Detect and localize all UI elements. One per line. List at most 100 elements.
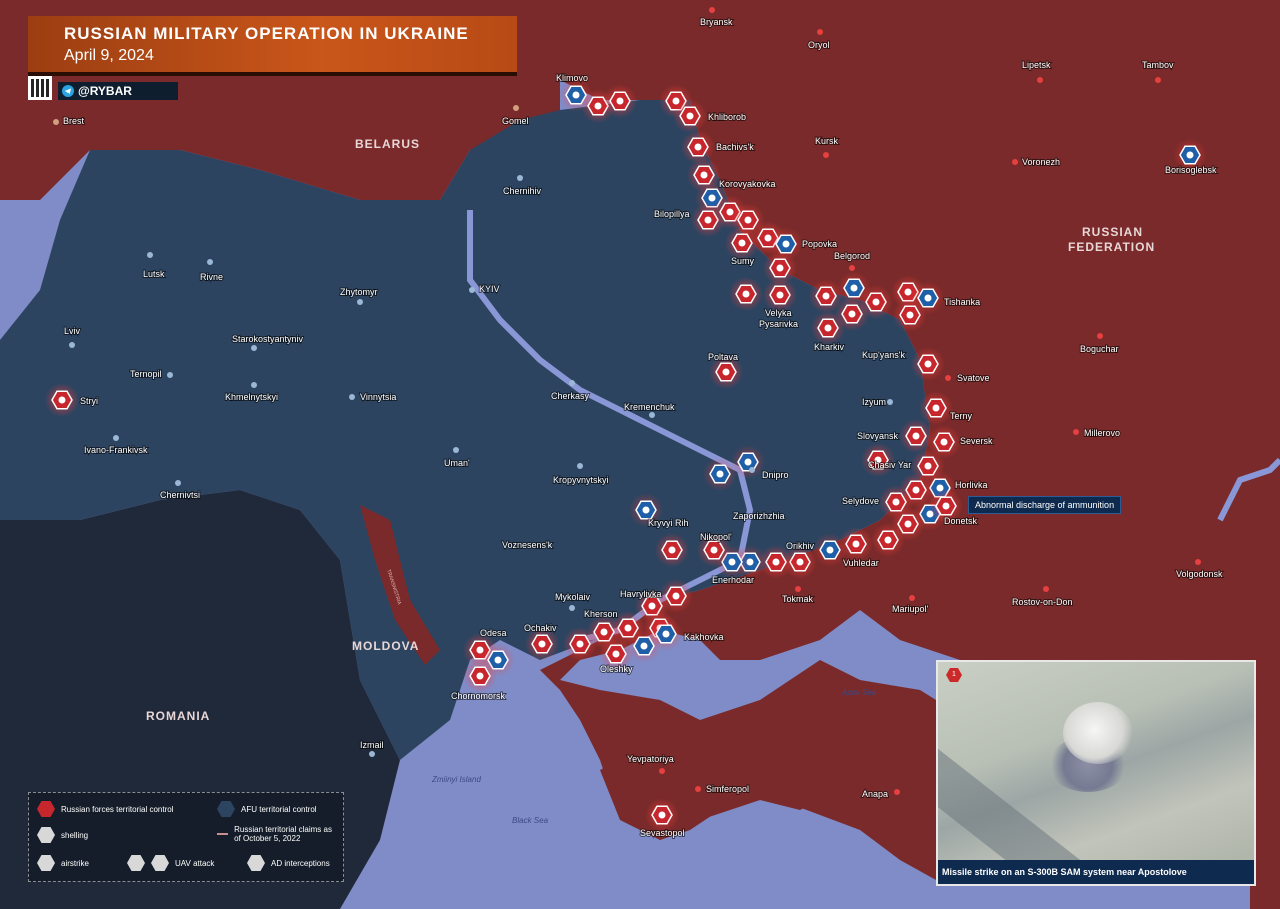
marker-glyph-icon bbox=[744, 458, 752, 466]
marker-glyph-icon bbox=[594, 102, 602, 110]
rybar-handle: @RYBAR bbox=[78, 84, 132, 98]
legend-russian-control: Russian forces territorial control bbox=[37, 801, 173, 817]
marker-glyph-icon bbox=[576, 640, 584, 648]
marker-glyph-icon bbox=[738, 239, 746, 247]
legend-ad-label: AD interceptions bbox=[271, 858, 330, 868]
azov-sea-label: Azov Sea bbox=[841, 688, 877, 697]
claims-line-icon bbox=[217, 833, 229, 835]
city-cherkasy: Cherkasy bbox=[551, 391, 590, 401]
city-khliborob: Khliborob bbox=[708, 112, 746, 122]
city-selydove: Selydove bbox=[842, 496, 879, 506]
city-chasivyar: Chasiv Yar bbox=[868, 460, 911, 470]
city-seversk: Seversk bbox=[960, 436, 993, 446]
legend-shelling-label: shelling bbox=[61, 830, 89, 840]
marker-glyph-icon bbox=[884, 536, 892, 544]
city-korovyakovka: Korovyakovka bbox=[719, 179, 776, 189]
city-kupyansk: Kup'yans'k bbox=[862, 350, 905, 360]
marker-glyph-icon bbox=[772, 558, 780, 566]
marker-glyph-icon bbox=[716, 470, 724, 478]
city-vuhledar: Vuhledar bbox=[843, 558, 879, 568]
city-slovyansk: Slovyansk bbox=[857, 431, 899, 441]
inset-smoke-plume bbox=[1063, 702, 1133, 764]
country-label-russia-1: RUSSIAN bbox=[1082, 225, 1143, 239]
city-donetsk: Donetsk bbox=[944, 516, 978, 526]
legend-claims: Russian territorial claims as of October… bbox=[217, 825, 337, 843]
city-tokmak: Tokmak bbox=[782, 594, 814, 604]
marker-glyph-icon bbox=[708, 194, 716, 202]
city-popovka: Popovka bbox=[802, 239, 837, 249]
legend-airstrike: airstrike bbox=[37, 855, 89, 871]
city-kursk: Kursk bbox=[815, 136, 839, 146]
marker-glyph-icon bbox=[658, 811, 666, 819]
marker-glyph-icon bbox=[672, 592, 680, 600]
marker-glyph-icon bbox=[728, 558, 736, 566]
city-ternopil: Ternopil bbox=[130, 369, 162, 379]
legend-airstrike-label: airstrike bbox=[61, 858, 90, 868]
marker-glyph-icon bbox=[686, 112, 694, 120]
city-ivanofrankivsk: Ivano-Frankivsk bbox=[84, 445, 148, 455]
city-voronezh: Voronezh bbox=[1022, 157, 1060, 167]
marker-glyph-icon bbox=[924, 360, 932, 368]
marker-glyph-icon bbox=[704, 216, 712, 224]
marker-glyph-icon bbox=[476, 646, 484, 654]
city-tishanka: Tishanka bbox=[944, 297, 980, 307]
legend-shelling: shelling bbox=[37, 827, 88, 843]
city-dnipro: Dnipro bbox=[762, 470, 789, 480]
marker-glyph-icon bbox=[572, 91, 580, 99]
marker-glyph-icon bbox=[940, 438, 948, 446]
marker-glyph-icon bbox=[668, 546, 676, 554]
city-bilopillya: Bilopillya bbox=[654, 209, 690, 219]
city-rivne: Rivne bbox=[200, 272, 223, 282]
city-izmail: Izmail bbox=[360, 740, 384, 750]
marker-glyph-icon bbox=[892, 498, 900, 506]
marker-glyph-icon bbox=[824, 324, 832, 332]
marker-glyph-icon bbox=[744, 216, 752, 224]
city-chernivtsi: Chernivtsi bbox=[160, 490, 200, 500]
marker-glyph-icon bbox=[642, 506, 650, 514]
city-enerhodar: Enerhodar bbox=[712, 575, 754, 585]
city-kakhovka: Kakhovka bbox=[684, 632, 724, 642]
marker-glyph-icon bbox=[776, 291, 784, 299]
shelling-icon bbox=[37, 827, 55, 843]
marker-glyph-icon bbox=[904, 288, 912, 296]
marker-glyph-icon bbox=[1186, 151, 1194, 159]
marker-glyph-icon bbox=[932, 404, 940, 412]
city-ochakiv: Ochakiv bbox=[524, 623, 557, 633]
city-kherson: Kherson bbox=[584, 609, 618, 619]
city-klimovo: Klimovo bbox=[556, 73, 588, 83]
marker-glyph-icon bbox=[722, 368, 730, 376]
marker-glyph-icon bbox=[782, 240, 790, 248]
city-mykolaiv: Mykolaiv bbox=[555, 592, 591, 602]
marker-glyph-icon bbox=[494, 656, 502, 664]
legend-uav-label: UAV attack bbox=[175, 858, 215, 868]
city-terny: Terny bbox=[950, 411, 973, 421]
qr-code-icon bbox=[28, 76, 52, 100]
marker-glyph-icon bbox=[624, 624, 632, 632]
city-sumy: Sumy bbox=[731, 256, 755, 266]
city-boguchar: Boguchar bbox=[1080, 344, 1119, 354]
city-lipetsk: Lipetsk bbox=[1022, 60, 1051, 70]
city-odesa: Odesa bbox=[480, 628, 507, 638]
city-izyum: Izyum bbox=[862, 397, 886, 407]
city-pysarivka: Pysarivka bbox=[759, 319, 798, 329]
map-title: RUSSIAN MILITARY OPERATION IN UKRAINE bbox=[64, 24, 469, 43]
marker-glyph-icon bbox=[906, 311, 914, 319]
country-label-moldova: MOLDOVA bbox=[352, 639, 419, 653]
marker-glyph-icon bbox=[58, 396, 66, 404]
city-borisoglebsk: Borisoglebsk bbox=[1165, 165, 1217, 175]
inset-caption: Missile strike on an S-300B SAM system n… bbox=[938, 860, 1254, 884]
city-volgodonsk: Volgodonsk bbox=[1176, 569, 1223, 579]
city-sevastopol: Sevastopol bbox=[640, 828, 685, 838]
marker-glyph-icon bbox=[796, 558, 804, 566]
marker-glyph-icon bbox=[776, 264, 784, 272]
marker-glyph-icon bbox=[924, 294, 932, 302]
city-velyka: Velyka bbox=[765, 308, 792, 318]
marker-glyph-icon bbox=[648, 602, 656, 610]
telegram-handle[interactable]: @RYBAR bbox=[58, 82, 178, 100]
marker-glyph-icon bbox=[848, 310, 856, 318]
city-gomel: Gomel bbox=[502, 116, 529, 126]
city-yevpatoriya: Yevpatoriya bbox=[627, 754, 674, 764]
legend-afu-swatch-icon bbox=[217, 801, 235, 817]
city-voznesensk: Voznesens'k bbox=[502, 540, 553, 550]
legend-afu-control: AFU territorial control bbox=[217, 801, 317, 817]
